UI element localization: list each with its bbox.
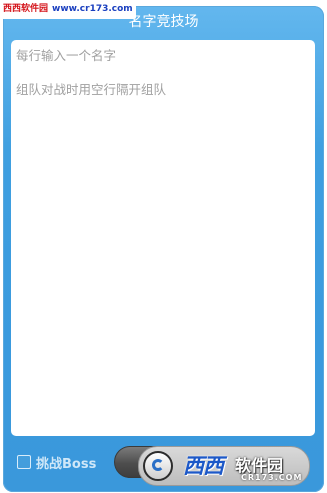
watermark-domain: CR173.COM [241, 473, 303, 482]
boss-challenge-toggle[interactable]: 挑战Boss [17, 452, 96, 472]
boss-checkbox-label: 挑战Boss [36, 456, 97, 472]
watermark-url: www.cr173.com [52, 4, 133, 14]
watermark-logo-icon [143, 451, 173, 481]
watermark-logo-pill: 西西 软件园 CR173.COM [138, 446, 310, 486]
app-window: 名字竞技场 西西软件园www.cr173.com 挑战Boss 开 西西 软件园… [0, 0, 327, 493]
watermark-logo-text: 西西 [183, 454, 224, 478]
names-textarea[interactable] [11, 40, 315, 436]
watermark-top: 西西软件园 www.cr173.com [0, 0, 136, 19]
watermark-brand: 西西软件园 [3, 4, 49, 14]
boss-checkbox[interactable] [17, 455, 31, 469]
watermark-bottom: 西西 软件园 CR173.COM [136, 442, 314, 488]
